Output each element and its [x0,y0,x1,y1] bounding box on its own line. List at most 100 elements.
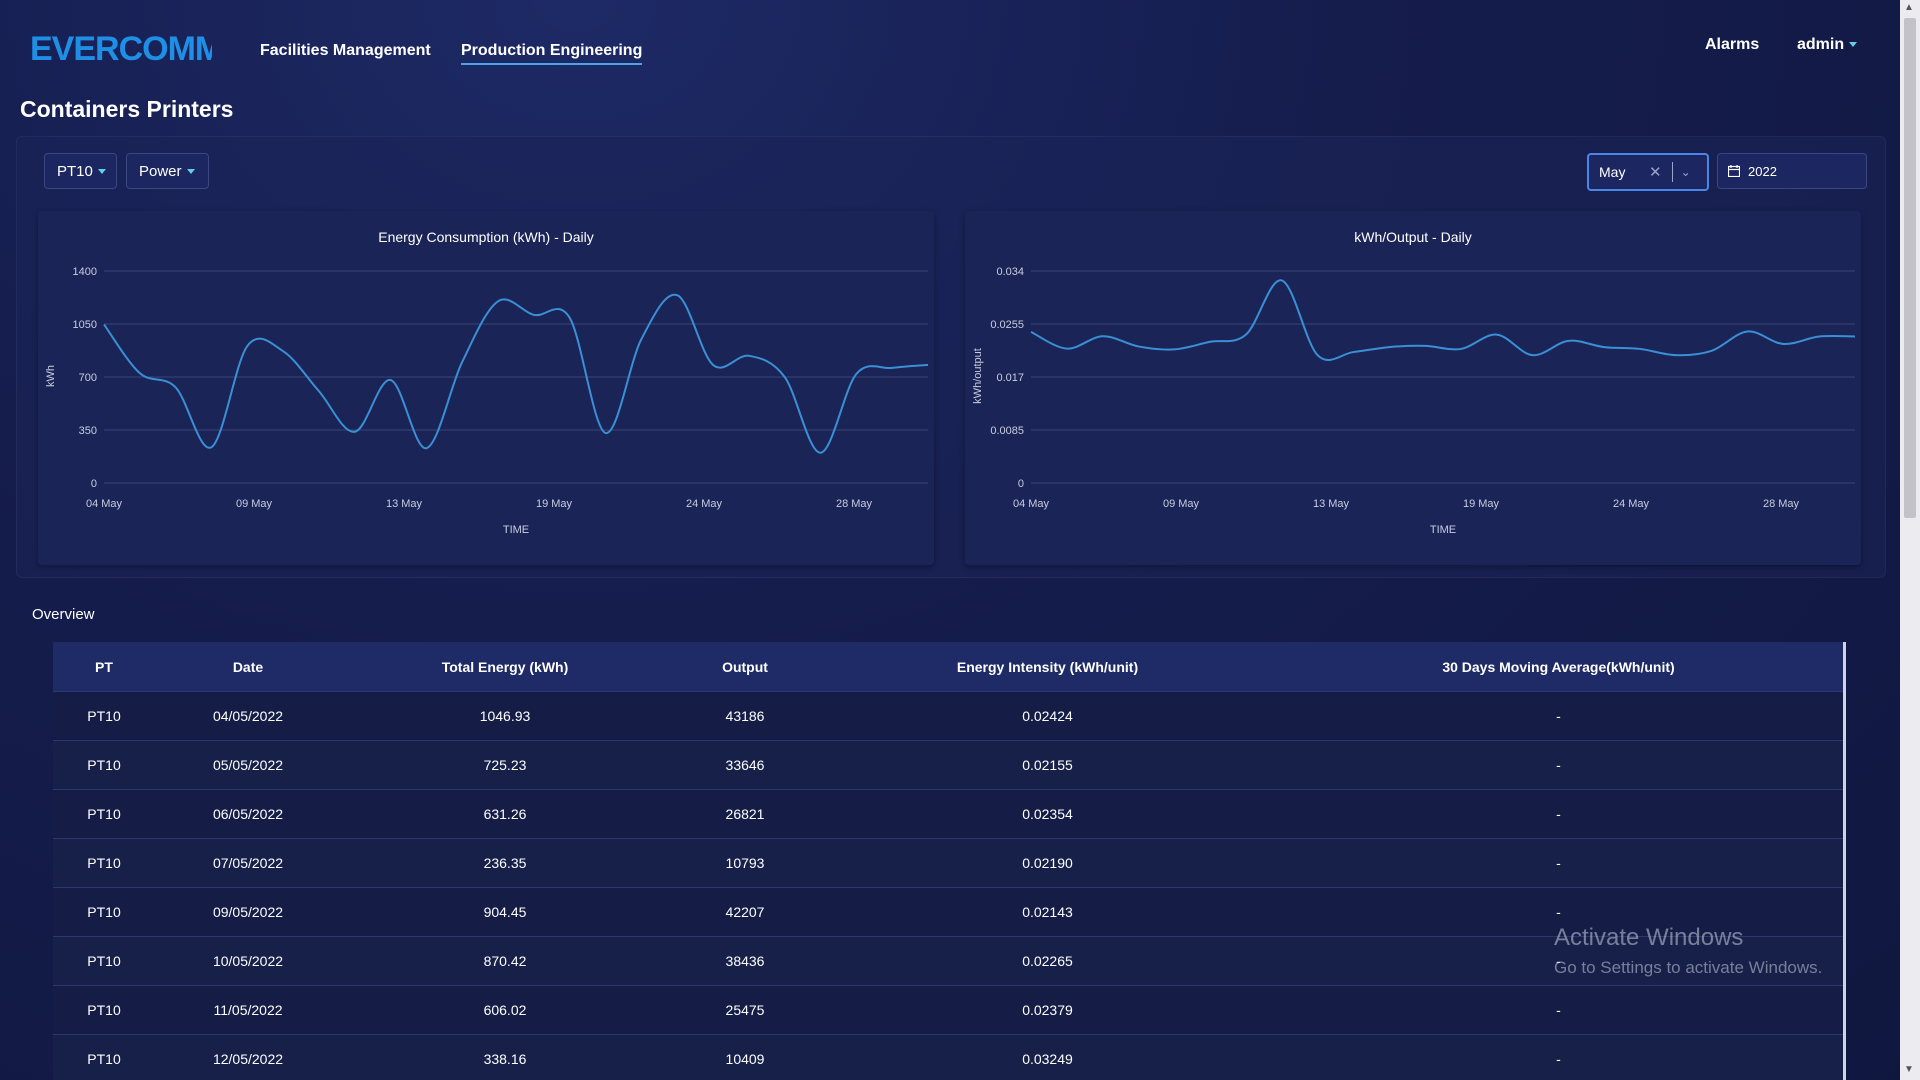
column-header-pt[interactable]: PT [53,642,155,692]
cell-total-energy: 606.02 [341,985,669,1035]
cell-energy-intensity: 0.02424 [821,691,1274,741]
device-dropdown[interactable]: PT10 [44,153,117,189]
overview-table: PT Date Total Energy (kWh) Output Energy… [53,642,1843,1080]
x-tick-label: 28 May [836,498,873,510]
cell-output: 10409 [669,1034,821,1080]
cell-moving-average: - [1274,1034,1843,1080]
cell-pt: PT10 [53,936,155,986]
table-row[interactable]: PT10 06/05/2022 631.26 26821 0.02354- [53,789,1843,839]
cell-pt: PT10 [53,740,155,790]
cell-date: 05/05/2022 [155,740,341,790]
cell-pt: PT10 [53,691,155,741]
cell-output: 26821 [669,789,821,839]
y-axis-label: kWh/output [972,348,984,404]
device-dropdown-value: PT10 [57,162,93,180]
cell-output: 10793 [669,838,821,888]
cell-date: 09/05/2022 [155,887,341,937]
table-row[interactable]: PT10 11/05/2022 606.02 25475 0.02379- [53,985,1843,1035]
month-select-value: May [1599,164,1626,180]
x-tick-label: 13 May [386,498,423,510]
cell-total-energy: 1046.93 [341,691,669,741]
cell-output: 33646 [669,740,821,790]
cell-output: 42207 [669,887,821,937]
cell-total-energy: 870.42 [341,936,669,986]
y-tick-label: 0 [1018,478,1024,490]
watermark-title: Activate Windows [1554,924,1744,951]
scroll-up-icon[interactable]: ▲ [1904,2,1914,13]
clear-icon[interactable]: ✕ [1649,163,1662,181]
metric-dropdown-value: Power [139,162,182,180]
energy-consumption-chart: 1400 1050 700 350 0 04 May 09 May 13 May 19 May 2… [45,266,929,536]
cell-moving-average: - [1274,985,1843,1035]
table-row[interactable]: PT10 12/05/2022 338.16 10409 0.03249- [53,1034,1843,1080]
kwh-output-chart-card: kWh/Output - Daily 0.034 0.0255 0.017 0.008… [965,211,1861,565]
cell-output: 43186 [669,691,821,741]
cell-moving-average: - [1274,740,1843,790]
nav-production-engineering[interactable]: Production Engineering [461,42,643,65]
scroll-down-icon[interactable]: ▼ [1904,1064,1914,1075]
cell-date: 11/05/2022 [155,985,341,1035]
user-name: admin [1797,36,1845,53]
year-picker[interactable]: 2022 [1717,153,1867,189]
overview-table-container[interactable]: PT Date Total Energy (kWh) Output Energy… [53,642,1846,1080]
cell-pt: PT10 [53,887,155,937]
top-navbar: EVERCOMM Facilities Management Productio… [0,0,1900,90]
x-tick-label: 09 May [1163,498,1200,510]
month-select[interactable]: May ✕ ⌄ [1587,153,1709,191]
y-axis-label: kWh [45,365,57,387]
cell-total-energy: 725.23 [341,740,669,790]
column-header-date[interactable]: Date [155,642,341,692]
cell-pt: PT10 [53,1034,155,1080]
overview-label: Overview [32,606,95,623]
series-line[interactable] [1030,279,1856,361]
cell-total-energy: 631.26 [341,789,669,839]
table-row[interactable]: PT10 05/05/2022 725.23 33646 0.02155- [53,740,1843,790]
y-tick-label: 0.034 [996,266,1024,278]
y-tick-label: 0.0255 [990,319,1024,331]
chevron-down-icon [1849,42,1858,48]
y-tick-label: 1050 [73,319,97,331]
cell-date: 10/05/2022 [155,936,341,986]
cell-moving-average: - [1274,838,1843,888]
chevron-down-icon[interactable]: ⌄ [1681,165,1691,179]
windows-activation-watermark: Activate Windows Go to Settings to activ… [1554,924,1822,978]
y-tick-label: 0 [91,478,97,490]
x-tick-label: 04 May [1013,498,1050,510]
column-header-total-energy[interactable]: Total Energy (kWh) [341,642,669,692]
user-menu[interactable]: admin [1797,36,1858,54]
page-title: Containers Printers [20,96,234,122]
kwh-output-chart: 0.034 0.0255 0.017 0.0085 0 04 May 09 May 13 Ma… [972,266,1856,536]
cell-energy-intensity: 0.02190 [821,838,1274,888]
alarms-link[interactable]: Alarms [1705,36,1759,54]
select-divider [1671,162,1673,182]
x-tick-label: 19 May [536,498,573,510]
cell-pt: PT10 [53,789,155,839]
x-axis-label: TIME [1430,524,1456,536]
cell-total-energy: 904.45 [341,887,669,937]
cell-energy-intensity: 0.03249 [821,1034,1274,1080]
table-row[interactable]: PT10 04/05/2022 1046.93 43186 0.02424- [53,691,1843,741]
evercomm-logo[interactable]: EVERCOMM [30,24,212,68]
cell-output: 25475 [669,985,821,1035]
cell-pt: PT10 [53,985,155,1035]
scrollbar-thumb[interactable] [1904,18,1916,518]
nav-facilities-management[interactable]: Facilities Management [260,42,431,60]
metric-dropdown[interactable]: Power [126,153,209,189]
y-tick-label: 350 [79,425,97,437]
cell-pt: PT10 [53,838,155,888]
column-header-output[interactable]: Output [669,642,821,692]
cell-moving-average: - [1274,789,1843,839]
cell-output: 38436 [669,936,821,986]
column-header-moving-average[interactable]: 30 Days Moving Average(kWh/unit) [1274,642,1843,692]
x-tick-label: 13 May [1313,498,1350,510]
cell-energy-intensity: 0.02155 [821,740,1274,790]
x-tick-label: 09 May [236,498,273,510]
table-row[interactable]: PT10 07/05/2022 236.35 10793 0.02190- [53,838,1843,888]
cell-total-energy: 338.16 [341,1034,669,1080]
calendar-icon [1728,165,1740,177]
cell-total-energy: 236.35 [341,838,669,888]
column-header-energy-intensity[interactable]: Energy Intensity (kWh/unit) [821,642,1274,692]
logo-text: EVERCOMM [30,30,212,68]
series-line[interactable] [103,293,929,454]
chevron-down-icon [97,168,106,174]
